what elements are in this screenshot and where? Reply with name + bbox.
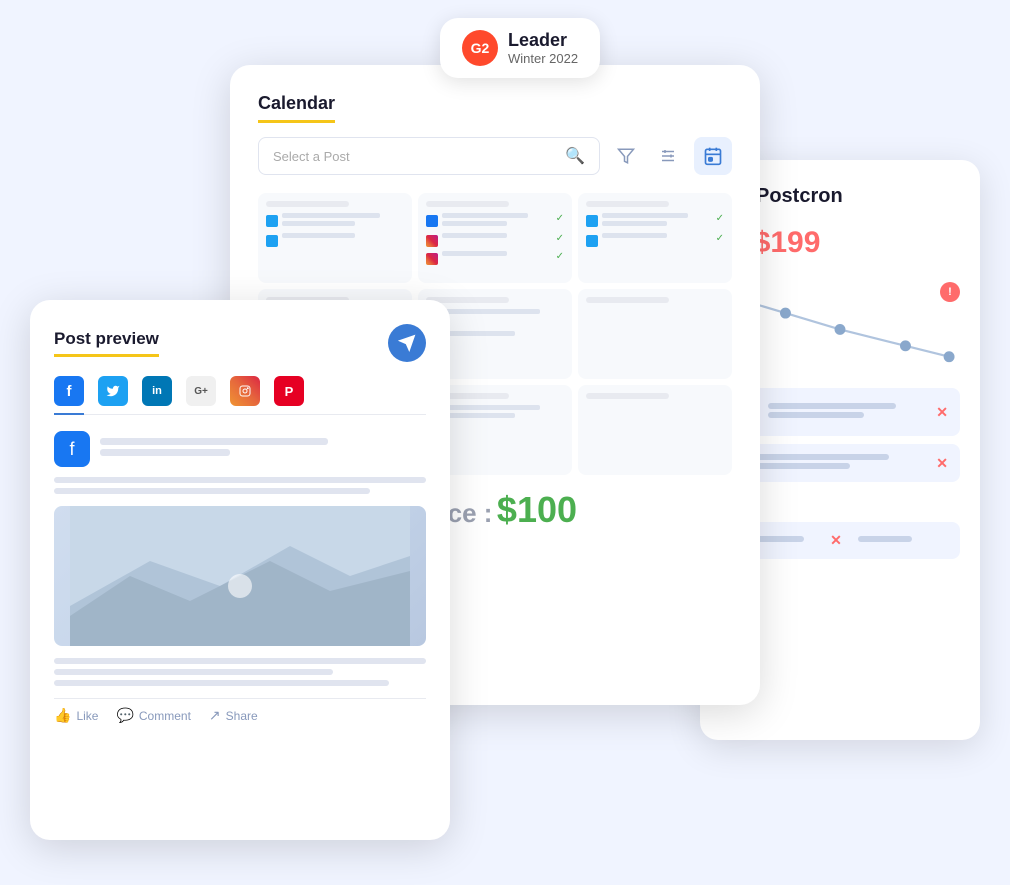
comment-icon: 💬 (116, 707, 133, 724)
tab-twitter[interactable] (98, 376, 128, 406)
search-placeholder: Select a Post (273, 149, 350, 164)
close-icon-2[interactable]: ✕ (936, 455, 948, 472)
comment-label: Comment (139, 709, 191, 723)
fb-text-lines (54, 477, 426, 494)
close-icon-1[interactable]: ✕ (936, 404, 948, 421)
tab-pinterest[interactable]: P (274, 376, 304, 406)
preview-title: Post preview (54, 329, 159, 357)
postcron-price-value: $199 (754, 226, 821, 260)
fb-avatar: f (54, 431, 90, 467)
cal-cell-3: ✓ ✓ (578, 193, 732, 283)
postcron-name: Postcron (756, 185, 843, 208)
g2-badge: G2 Leader Winter 2022 (440, 18, 600, 78)
fb-share-action: ↗ Share (209, 707, 258, 724)
cal-cell-1 (258, 193, 412, 283)
calendar-toolbar: Select a Post 🔍 (258, 137, 732, 175)
list-lines-1 (768, 403, 928, 421)
tab-linkedin[interactable]: in (142, 376, 172, 406)
fb-name-lines (100, 438, 426, 460)
cal-cell-2: ✓ ✓ ✓ (418, 193, 572, 283)
g2-winter: Winter 2022 (508, 51, 578, 66)
tab-facebook[interactable]: f (54, 376, 84, 406)
fb-like-action: 👍 Like (54, 707, 98, 724)
calendar-icon-btn[interactable] (694, 137, 732, 175)
fb-bottom-lines (54, 658, 426, 686)
cal-cell-6 (578, 289, 732, 379)
alert-icon: ! (940, 282, 960, 302)
close-icon-3[interactable]: ✕ (830, 532, 842, 549)
like-label: Like (76, 709, 98, 723)
social-tabs: f in G+ P (54, 376, 426, 415)
fb-post-header: f (54, 431, 426, 467)
calendar-header: Calendar Select a Post 🔍 (258, 93, 732, 175)
fb-actions: 👍 Like 💬 Comment ↗ Share (54, 698, 426, 724)
g2-text: Leader Winter 2022 (508, 30, 578, 66)
send-button[interactable] (388, 324, 426, 362)
settings-icon[interactable] (652, 140, 684, 172)
like-icon: 👍 (54, 707, 71, 724)
share-label: Share (226, 709, 258, 723)
filter-icon[interactable] (610, 140, 642, 172)
fb-comment-action: 💬 Comment (116, 707, 190, 724)
preview-card: Post preview f in G+ P f (30, 300, 450, 840)
share-icon: ↗ (209, 707, 221, 724)
price-value: $100 (497, 489, 577, 530)
tab-instagram[interactable] (230, 376, 260, 406)
g2-leader: Leader (508, 30, 578, 51)
fb-post-image (54, 506, 426, 646)
calendar-title: Calendar (258, 93, 335, 123)
preview-header: Post preview (54, 324, 426, 362)
list-lines-2 (732, 454, 928, 472)
tab-google[interactable]: G+ (186, 376, 216, 406)
g2-logo: G2 (462, 30, 498, 66)
cal-cell-9 (578, 385, 732, 475)
search-box[interactable]: Select a Post 🔍 (258, 137, 600, 175)
search-icon: 🔍 (565, 146, 585, 166)
list-lines-3b (858, 536, 948, 545)
